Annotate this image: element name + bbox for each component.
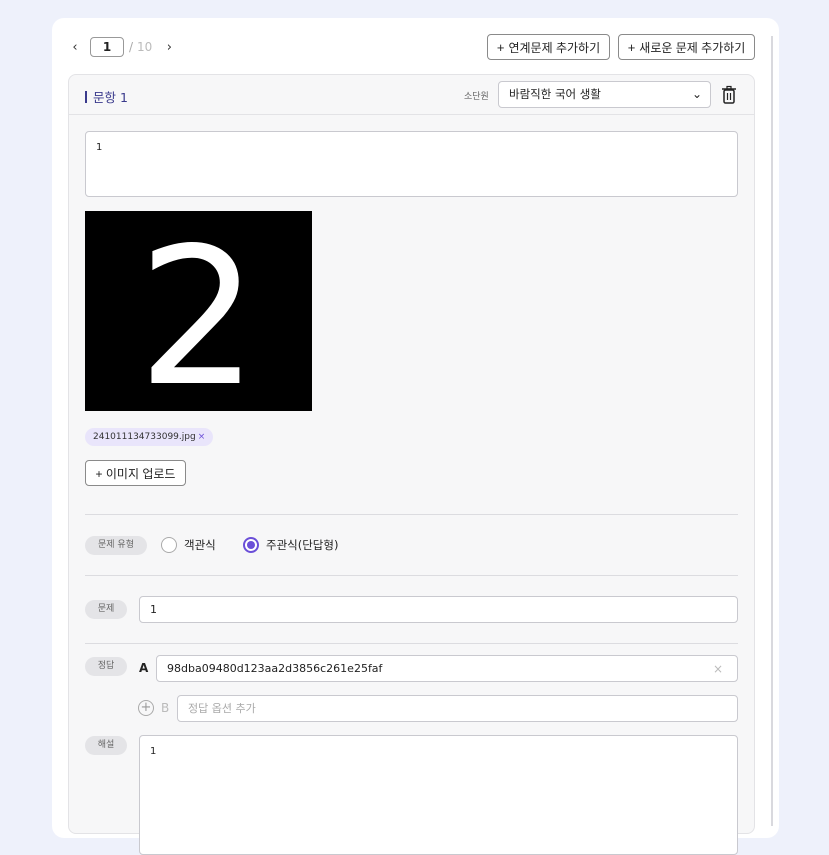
total-pages: 10 (137, 40, 153, 54)
question-image: 2 (85, 211, 312, 411)
add-linked-question-label: 연계문제 추가하기 (508, 40, 601, 55)
remove-file-icon[interactable]: × (198, 432, 206, 442)
divider (85, 575, 738, 576)
add-new-question-button[interactable]: + 새로운 문제 추가하기 (618, 34, 755, 60)
image-digit: 2 (138, 211, 259, 411)
radio-short-answer[interactable] (243, 537, 259, 553)
question-stem-textarea[interactable]: 1 (85, 131, 738, 197)
question-pager: ‹ 1 / 10 › (68, 36, 176, 58)
answer-option-letter: A (139, 661, 149, 675)
add-linked-question-button[interactable]: + 연계문제 추가하기 (487, 34, 610, 60)
plus-icon: + (496, 39, 505, 55)
question-type-label: 문제 유형 (85, 536, 147, 555)
radio-label-multiple-choice: 객관식 (184, 538, 216, 552)
answer-label: 정답 (85, 657, 127, 676)
answer-input[interactable]: 98dba09480d123aa2d3856c261e25faf (156, 655, 738, 682)
radio-label-short-answer: 주관식(단답형) (266, 538, 339, 552)
explanation-textarea[interactable]: 1 (139, 735, 738, 855)
problem-label: 문제 (85, 600, 127, 619)
problem-input[interactable]: 1 (139, 596, 738, 623)
add-new-question-label: 새로운 문제 추가하기 (639, 40, 746, 55)
chevron-left-icon[interactable]: ‹ (68, 40, 82, 55)
unit-label: 소단원 (464, 92, 489, 102)
add-option-letter: B (161, 701, 170, 715)
divider (85, 643, 738, 644)
question-header: 문항 1 소단원 바람직한 국어 생활 ⌄ (69, 75, 754, 115)
current-page-input[interactable]: 1 (90, 37, 124, 57)
question-panel: 문항 1 소단원 바람직한 국어 생활 ⌄ 1 2 24101113473309… (68, 74, 755, 855)
chevron-right-icon[interactable]: › (162, 40, 176, 55)
scrollbar-track[interactable] (771, 36, 773, 826)
file-chip: 241011134733099.jpg × (85, 428, 214, 446)
page-separator: / (129, 40, 134, 54)
plus-icon: + (627, 39, 636, 55)
clear-answer-icon[interactable]: × (713, 662, 723, 676)
unit-select[interactable]: 바람직한 국어 생활 ⌄ (498, 81, 711, 108)
explanation-label: 해설 (85, 736, 127, 755)
add-answer-option-input[interactable]: 정답 옵션 추가 (177, 695, 738, 722)
add-option-icon[interactable]: + (138, 700, 154, 716)
divider (85, 514, 738, 515)
chevron-down-icon: ⌄ (691, 87, 702, 101)
trash-icon[interactable] (721, 85, 737, 105)
file-name: 241011134733099.jpg (93, 432, 196, 442)
unit-select-value: 바람직한 국어 생활 (509, 87, 601, 101)
question-title: 문항 1 (85, 87, 128, 106)
radio-multiple-choice[interactable] (161, 537, 177, 553)
upload-image-button[interactable]: + 이미지 업로드 (85, 460, 186, 486)
